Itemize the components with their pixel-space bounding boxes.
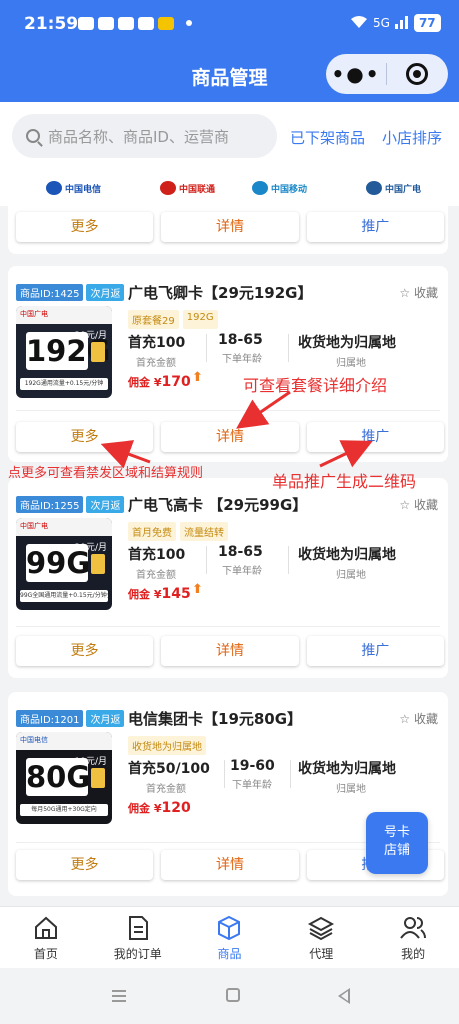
back-icon[interactable]: [338, 988, 350, 1004]
home-icon: [0, 913, 92, 943]
annotation-arrow: [236, 390, 291, 429]
tab-agent[interactable]: 代理: [275, 907, 367, 968]
annotation-more: 点更多可查看禁发区域和结算规则: [8, 466, 204, 481]
annotation-arrow: [319, 440, 373, 468]
tab-products[interactable]: 商品: [184, 907, 276, 968]
annotation-promote: 单品推广生成二维码: [272, 472, 417, 491]
order-icon: [92, 913, 184, 943]
bottom-tab-bar: 首页 我的订单 商品 代理 我的: [0, 906, 459, 968]
tab-home[interactable]: 首页: [0, 907, 92, 968]
annotation-details: 可查看套餐详细介绍: [243, 376, 388, 395]
home-button-icon[interactable]: [226, 988, 240, 1002]
annotation-arrow: [100, 440, 151, 469]
layers-icon: [275, 913, 367, 943]
card-shop-button[interactable]: 号卡 店铺: [366, 812, 428, 874]
recent-apps-icon[interactable]: [112, 990, 126, 1002]
users-icon: [367, 913, 459, 943]
system-nav-bar: [0, 968, 459, 1024]
tab-orders[interactable]: 我的订单: [92, 907, 184, 968]
box-icon: [184, 913, 276, 943]
tab-mine[interactable]: 我的: [367, 907, 459, 968]
